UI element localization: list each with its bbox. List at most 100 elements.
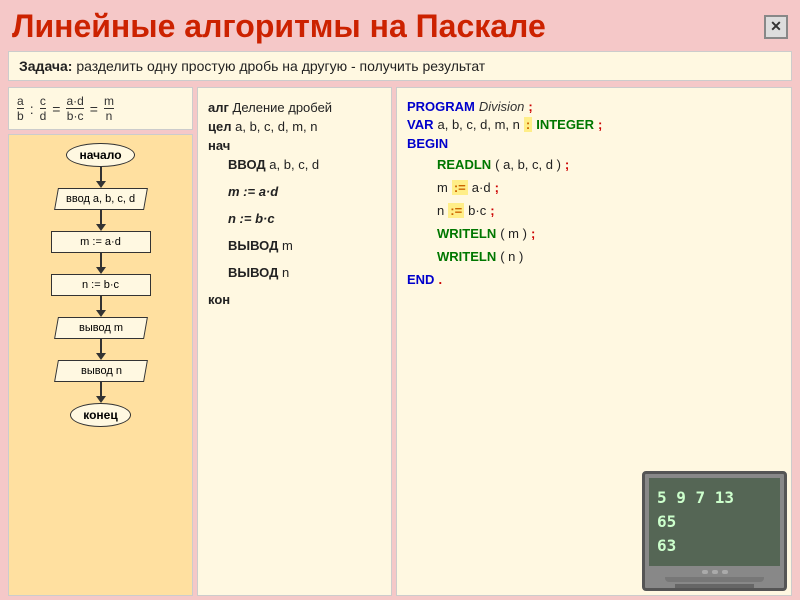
flow-arrow-5	[100, 339, 102, 353]
alg-output-n-kw: ВЫВОД	[228, 265, 278, 280]
flowchart: начало ввод a, b, c, d m := a·d	[8, 134, 193, 596]
flow-arrowhead-5	[96, 353, 106, 360]
flow-node-n: n := b·c	[51, 274, 151, 296]
pascal-readln-kw: READLN	[437, 157, 491, 172]
close-button[interactable]: ✕	[764, 15, 788, 39]
pascal-assign-op-n: :=	[448, 203, 464, 218]
monitor-base	[665, 577, 764, 582]
pascal-var-semi: ;	[598, 117, 602, 132]
alg-output-n-var: n	[282, 265, 289, 280]
alg-output-m: ВЫВОД m	[228, 238, 381, 253]
pascal-readln-line: READLN ( a, b, c, d ) ;	[437, 157, 781, 172]
pascal-begin-kw: BEGIN	[407, 136, 448, 151]
flow-oval-start: начало	[66, 143, 134, 167]
alg-input-kw: ВВОД	[228, 157, 266, 172]
flow-arrowhead-1	[96, 181, 106, 188]
page-title: Линейные алгоритмы на Паскале	[12, 8, 546, 45]
left-panel: a b : c d = a·d b·c	[8, 87, 193, 596]
pascal-writeln-n-line: WRITELN ( n )	[437, 249, 781, 264]
monitor: 5 9 7 13 65 63	[642, 471, 787, 591]
alg-begin-kw: нач	[208, 138, 230, 153]
pascal-assign-op-m: :=	[452, 180, 468, 195]
pascal-assign-m-line: m := a·d ;	[437, 180, 781, 195]
flow-arrowhead-6	[96, 396, 106, 403]
alg-name: Деление дробей	[233, 100, 333, 115]
flow-para-input: ввод a, b, c, d	[54, 188, 148, 210]
pascal-end-kw: END	[407, 272, 434, 287]
alg-assign-n-text: n := b·c	[228, 211, 275, 226]
pascal-assign-n-line: n := b·c ;	[437, 203, 781, 218]
pascal-n-val: b·c	[468, 203, 486, 218]
flow-arrowhead-3	[96, 267, 106, 274]
pascal-begin-line: BEGIN	[407, 136, 781, 151]
task-bar: Задача: разделить одну простую дробь на …	[8, 51, 792, 81]
right-panel: PROGRAM Division ; VAR a, b, c, d, m, n …	[396, 87, 792, 596]
alg-end: кон	[208, 292, 381, 307]
pascal-writeln-m-kw: WRITELN	[437, 226, 496, 241]
flow-node-output-m: вывод m	[56, 317, 146, 339]
task-text: разделить одну простую дробь на другую -…	[76, 58, 485, 74]
monitor-screen: 5 9 7 13 65 63	[649, 478, 780, 566]
pascal-n-var: n	[437, 203, 444, 218]
alg-output-n: ВЫВОД n	[228, 265, 381, 280]
pascal-writeln-m-semi: ;	[531, 226, 535, 241]
pascal-program-kw: PROGRAM	[407, 99, 475, 114]
flow-para-output-n: вывод n	[54, 360, 148, 382]
flow-rect-m: m := a·d	[51, 231, 151, 253]
alg-input-vars: a, b, c, d	[269, 157, 319, 172]
alg-assign-n: n := b·c	[228, 211, 381, 226]
equals-sign-1: =	[52, 101, 60, 117]
divides-sign: :	[30, 101, 34, 117]
fraction-area: a b : c d = a·d b·c	[8, 87, 193, 130]
flow-arrow-2	[100, 210, 102, 224]
fraction-display: a b : c d = a·d b·c	[17, 94, 184, 123]
pascal-readln-args: ( a, b, c, d )	[495, 157, 561, 172]
pascal-var-list: a, b, c, d, m, n	[437, 117, 519, 132]
pascal-n-semi: ;	[490, 203, 494, 218]
flow-node-start: начало	[66, 143, 134, 167]
middle-panel: алг Деление дробей цел a, b, c, d, m, n …	[197, 87, 392, 596]
alg-var: цел a, b, c, d, m, n	[208, 119, 381, 134]
alg-output-m-var: m	[282, 238, 293, 253]
frac-a-den: b	[17, 109, 24, 123]
flow-node-input: ввод a, b, c, d	[56, 188, 146, 210]
pascal-program-name: Division	[479, 99, 525, 114]
dot-2	[712, 570, 718, 574]
pascal-integer-kw: INTEGER	[536, 117, 594, 132]
alg-assign-m: m := a·d	[228, 184, 381, 199]
dot-3	[722, 570, 728, 574]
alg-header: алг Деление дробей	[208, 100, 381, 115]
frac-bc-den: b·c	[67, 109, 84, 123]
frac-n-den: n	[106, 109, 113, 123]
frac-ad-num: a·d	[66, 94, 83, 108]
pascal-var-kw: VAR	[407, 117, 433, 132]
frac-a-num: a	[17, 94, 24, 108]
alg-input: ВВОД a, b, c, d	[228, 157, 381, 172]
alg-output-m-kw: ВЫВОД	[228, 238, 278, 253]
page-wrapper: Линейные алгоритмы на Паскале ✕ Задача: …	[0, 0, 800, 600]
flow-arrowhead-4	[96, 310, 106, 317]
flow-node-output-n: вывод n	[56, 360, 146, 382]
pascal-prog-semi: ;	[528, 99, 532, 114]
monitor-line-2: 65	[657, 510, 772, 534]
alg-var-kw: цел	[208, 119, 231, 134]
task-label: Задача:	[19, 58, 72, 74]
pascal-dot: .	[438, 272, 442, 287]
flow-oval-end: конец	[70, 403, 130, 427]
pascal-m-val: a·d	[472, 180, 491, 195]
frac-m-num: m	[104, 94, 114, 108]
flow-arrow-4	[100, 296, 102, 310]
pascal-program-line: PROGRAM Division ;	[407, 99, 781, 114]
monitor-line-1: 5 9 7 13	[657, 486, 772, 510]
flow-node-end: конец	[70, 403, 130, 427]
flow-rect-n: n := b·c	[51, 274, 151, 296]
flow-arrow-1	[100, 167, 102, 181]
monitor-dots	[645, 568, 784, 577]
monitor-stand	[675, 584, 754, 588]
main-content: a b : c d = a·d b·c	[8, 87, 792, 596]
alg-kw: алг	[208, 100, 229, 115]
pascal-writeln-n-kw: WRITELN	[437, 249, 496, 264]
flow-arrow-3	[100, 253, 102, 267]
alg-assign-m-text: m := a·d	[228, 184, 278, 199]
pascal-m-semi: ;	[495, 180, 499, 195]
